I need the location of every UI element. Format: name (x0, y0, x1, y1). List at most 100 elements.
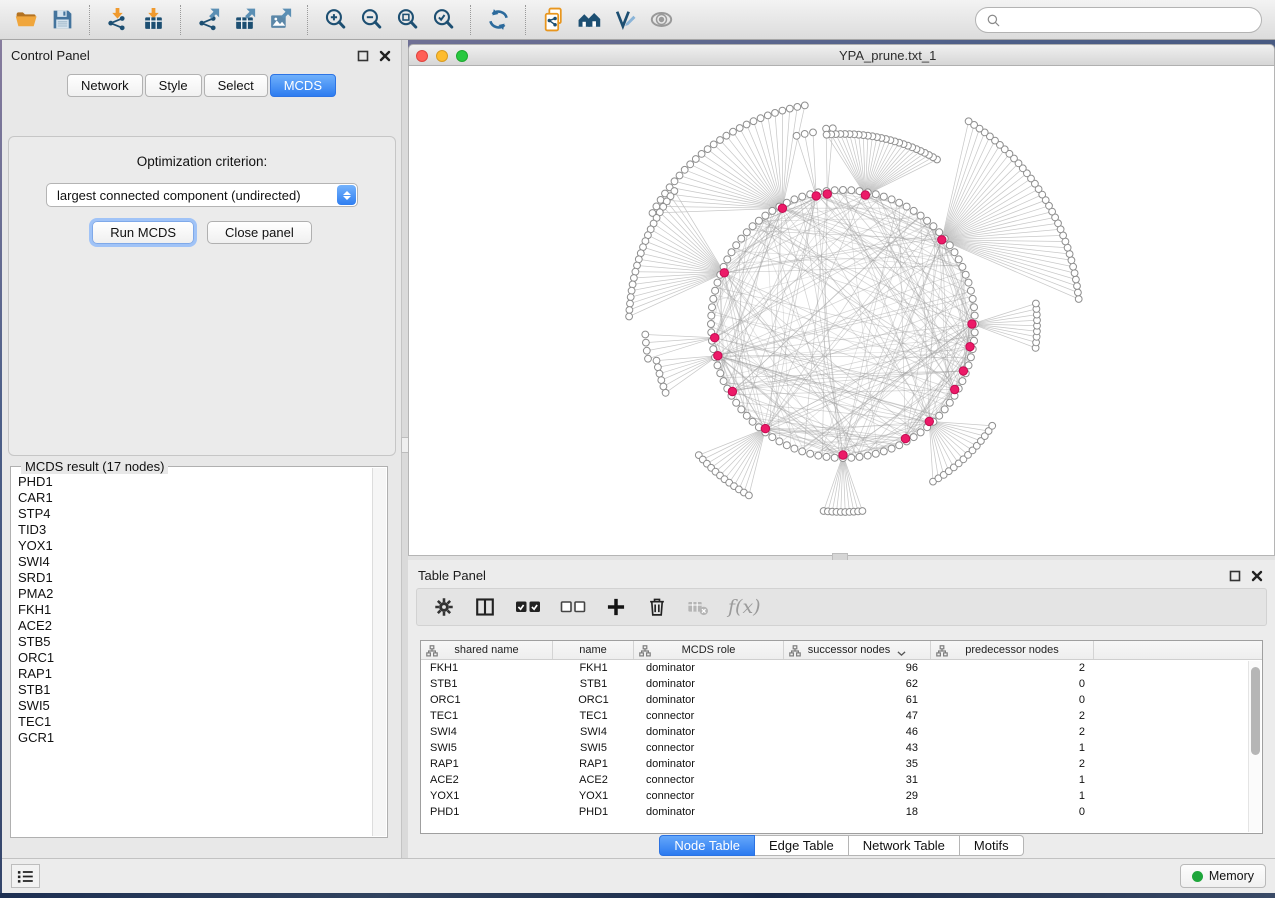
table-row[interactable]: YOX1YOX1connector291 (421, 788, 1262, 804)
table-row[interactable]: SWI4SWI4dominator462 (421, 724, 1262, 740)
table-cell[interactable]: 2 (931, 660, 1094, 676)
table-cell[interactable]: 62 (784, 676, 931, 692)
close-icon[interactable] (1251, 569, 1263, 581)
float-icon[interactable] (1229, 569, 1241, 581)
mcds-result-item[interactable]: FKH1 (13, 602, 371, 618)
run-mcds-button[interactable]: Run MCDS (92, 221, 194, 244)
network-graph[interactable] (409, 66, 1274, 555)
table-cell[interactable]: YOX1 (553, 788, 634, 804)
open-session-icon[interactable] (11, 5, 41, 35)
mcds-result-item[interactable]: GCR1 (13, 730, 371, 746)
mcds-result-item[interactable]: TEC1 (13, 714, 371, 730)
mcds-result-item[interactable]: ACE2 (13, 618, 371, 634)
table-cell[interactable]: dominator (634, 660, 784, 676)
table-cell[interactable]: 2 (931, 724, 1094, 740)
table-row[interactable]: FKH1FKH1dominator962 (421, 660, 1262, 676)
table-cell[interactable]: SWI4 (553, 724, 634, 740)
table-cell[interactable]: STB1 (421, 676, 553, 692)
table-cell[interactable]: 0 (931, 692, 1094, 708)
table-scrollbar-thumb[interactable] (1251, 667, 1260, 755)
search-input[interactable] (1007, 13, 1251, 28)
table-cell[interactable]: 47 (784, 708, 931, 724)
table-cell[interactable]: SWI5 (421, 740, 553, 756)
table-cell[interactable]: dominator (634, 724, 784, 740)
table-cell[interactable]: YOX1 (421, 788, 553, 804)
table-cell[interactable]: 0 (931, 804, 1094, 820)
table-cell[interactable]: SWI5 (553, 740, 634, 756)
tab-network[interactable]: Network (67, 74, 143, 97)
search-box[interactable] (975, 7, 1262, 33)
column-header-predecessor-nodes[interactable]: predecessor nodes (931, 641, 1094, 659)
column-header-shared-name[interactable]: shared name (421, 641, 553, 659)
select-all-columns-icon[interactable] (515, 593, 541, 621)
memory-button[interactable]: Memory (1180, 864, 1266, 888)
import-table-icon[interactable] (138, 5, 168, 35)
mcds-result-item[interactable]: YOX1 (13, 538, 371, 554)
table-cell[interactable]: RAP1 (553, 756, 634, 772)
hide-graphics-icon[interactable] (646, 5, 676, 35)
mcds-result-item[interactable]: STP4 (13, 506, 371, 522)
mcds-result-item[interactable]: ORC1 (13, 650, 371, 666)
table-cell[interactable]: dominator (634, 692, 784, 708)
optimization-criterion-select[interactable]: largest connected component (undirected) (46, 183, 358, 207)
tab-style[interactable]: Style (145, 74, 202, 97)
mcds-result-item[interactable]: STB1 (13, 682, 371, 698)
chevron-down-icon[interactable] (897, 647, 906, 653)
export-image-icon[interactable] (265, 5, 295, 35)
delete-column-icon[interactable] (646, 593, 668, 621)
table-cell[interactable]: 2 (931, 756, 1094, 772)
table-cell[interactable]: dominator (634, 756, 784, 772)
table-cell[interactable]: SWI4 (421, 724, 553, 740)
table-cell[interactable]: FKH1 (421, 660, 553, 676)
table-cell[interactable]: 1 (931, 788, 1094, 804)
table-cell[interactable]: connector (634, 772, 784, 788)
import-network-icon[interactable] (102, 5, 132, 35)
table-row[interactable]: STB1STB1dominator620 (421, 676, 1262, 692)
mcds-result-item[interactable]: SWI5 (13, 698, 371, 714)
column-header-successor-nodes[interactable]: successor nodes (784, 641, 931, 659)
share-document-icon[interactable] (538, 5, 568, 35)
table-cell[interactable]: 1 (931, 740, 1094, 756)
traffic-zoom-button[interactable] (456, 50, 468, 62)
table-cell[interactable]: RAP1 (421, 756, 553, 772)
table-cell[interactable]: ORC1 (421, 692, 553, 708)
table-row[interactable]: ACE2ACE2connector311 (421, 772, 1262, 788)
export-network-icon[interactable] (193, 5, 223, 35)
table-cell[interactable]: connector (634, 788, 784, 804)
tab-node-table[interactable]: Node Table (659, 835, 755, 856)
table-cell[interactable]: 31 (784, 772, 931, 788)
tab-mcds[interactable]: MCDS (270, 74, 336, 97)
tab-motifs[interactable]: Motifs (960, 835, 1024, 856)
table-cell[interactable]: 35 (784, 756, 931, 772)
table-row[interactable]: TEC1TEC1connector472 (421, 708, 1262, 724)
tab-select[interactable]: Select (204, 74, 268, 97)
mcds-result-item[interactable]: STB5 (13, 634, 371, 650)
table-cell[interactable]: 46 (784, 724, 931, 740)
table-row[interactable]: ORC1ORC1dominator610 (421, 692, 1262, 708)
close-icon[interactable] (379, 49, 391, 61)
table-cell[interactable]: 61 (784, 692, 931, 708)
network-canvas[interactable] (408, 66, 1275, 556)
table-cell[interactable]: PHD1 (421, 804, 553, 820)
mcds-result-item[interactable]: TID3 (13, 522, 371, 538)
zoom-fit-icon[interactable] (392, 5, 422, 35)
zoom-selected-icon[interactable] (428, 5, 458, 35)
add-column-icon[interactable] (605, 593, 627, 621)
table-cell[interactable]: 0 (931, 676, 1094, 692)
mcds-result-item[interactable]: SRD1 (13, 570, 371, 586)
table-cell[interactable]: connector (634, 740, 784, 756)
refresh-layout-icon[interactable] (483, 5, 513, 35)
table-cell[interactable]: 1 (931, 772, 1094, 788)
task-history-button[interactable] (11, 864, 40, 888)
table-cell[interactable]: FKH1 (553, 660, 634, 676)
save-session-icon[interactable] (47, 5, 77, 35)
column-header-MCDS-role[interactable]: MCDS role (634, 641, 784, 659)
traffic-minimize-button[interactable] (436, 50, 448, 62)
table-cell[interactable]: ACE2 (421, 772, 553, 788)
table-cell[interactable]: ORC1 (553, 692, 634, 708)
table-cell[interactable]: 43 (784, 740, 931, 756)
mcds-result-scrollbar[interactable] (372, 468, 386, 836)
zoom-out-icon[interactable] (356, 5, 386, 35)
table-cell[interactable]: TEC1 (421, 708, 553, 724)
table-cell[interactable]: connector (634, 708, 784, 724)
